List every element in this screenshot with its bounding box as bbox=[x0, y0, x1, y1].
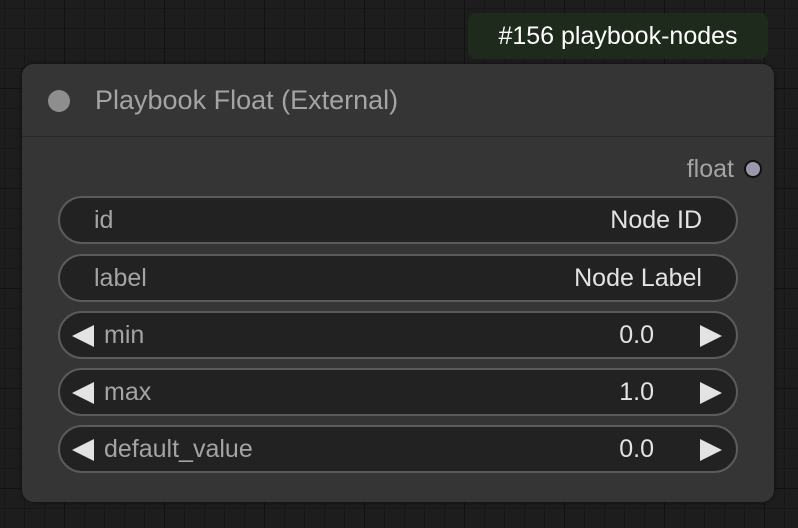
max-number-stepper[interactable]: max 1.0 bbox=[58, 368, 738, 416]
output-slot-float[interactable]: float bbox=[687, 152, 762, 186]
widget-value: 0.0 bbox=[619, 435, 654, 463]
widget-value: Node ID bbox=[610, 206, 702, 234]
collapse-dot-icon[interactable] bbox=[48, 90, 70, 112]
min-number-stepper[interactable]: min 0.0 bbox=[58, 311, 738, 359]
output-label: float bbox=[686, 154, 734, 183]
node-id-badge: #156 playbook-nodes bbox=[468, 13, 768, 59]
widget-label: max bbox=[104, 378, 152, 406]
decrement-arrow-icon[interactable] bbox=[72, 325, 94, 347]
widget-label: id bbox=[94, 206, 114, 234]
decrement-arrow-icon[interactable] bbox=[72, 439, 94, 461]
node-header[interactable]: Playbook Float (External) bbox=[22, 64, 774, 137]
playbook-float-node[interactable]: Playbook Float (External) float id Node … bbox=[22, 64, 774, 502]
decrement-arrow-icon[interactable] bbox=[72, 382, 94, 404]
widget-value: 1.0 bbox=[619, 378, 654, 406]
increment-arrow-icon[interactable] bbox=[700, 439, 722, 461]
widget-value: Node Label bbox=[574, 264, 702, 292]
widget-value: 0.0 bbox=[619, 321, 654, 349]
output-connector-icon[interactable] bbox=[744, 160, 762, 178]
label-text-field[interactable]: label Node Label bbox=[58, 254, 738, 302]
id-text-field[interactable]: id Node ID bbox=[58, 196, 738, 244]
default-value-number-stepper[interactable]: default_value 0.0 bbox=[58, 425, 738, 473]
widget-label: default_value bbox=[104, 435, 253, 463]
widget-label: label bbox=[94, 264, 147, 292]
increment-arrow-icon[interactable] bbox=[700, 382, 722, 404]
widget-label: min bbox=[104, 321, 145, 349]
increment-arrow-icon[interactable] bbox=[700, 325, 722, 347]
node-title: Playbook Float (External) bbox=[95, 85, 399, 115]
